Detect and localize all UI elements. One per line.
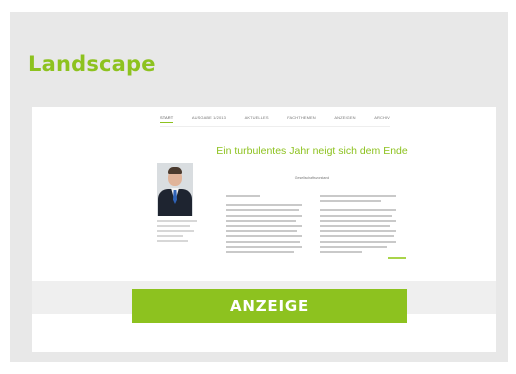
nav-item-fachthemen[interactable]: Fachthemen [287, 115, 316, 122]
nav-item-archiv[interactable]: Archiv [374, 115, 390, 122]
anzeige-button[interactable]: ANZEIGE [132, 289, 407, 323]
article-column-right [320, 195, 396, 256]
preview-nav: Start Ausgabe 1/2013 Aktuelles Fachtheme… [160, 113, 390, 123]
nav-item-start[interactable]: Start [160, 115, 174, 123]
article-headline: Ein turbulentes Jahr neigt sich dem Ende [216, 145, 408, 157]
nav-item-aktuelles[interactable]: Aktuelles [245, 115, 269, 122]
nav-divider [160, 126, 390, 127]
article-subline: Gesellschaftsvorstand [294, 176, 330, 180]
author-photo [157, 163, 193, 216]
read-more-link[interactable] [388, 257, 406, 259]
nav-item-anzeigen[interactable]: Anzeigen [334, 115, 355, 122]
section-title: Landscape [28, 52, 156, 76]
page-preview: Start Ausgabe 1/2013 Aktuelles Fachtheme… [32, 107, 496, 352]
landscape-card: Landscape Start Ausgabe 1/2013 Aktuelles… [10, 12, 508, 362]
article-column-left [226, 195, 302, 256]
photo-caption [157, 220, 201, 245]
nav-item-ausgabe[interactable]: Ausgabe 1/2013 [192, 115, 226, 122]
